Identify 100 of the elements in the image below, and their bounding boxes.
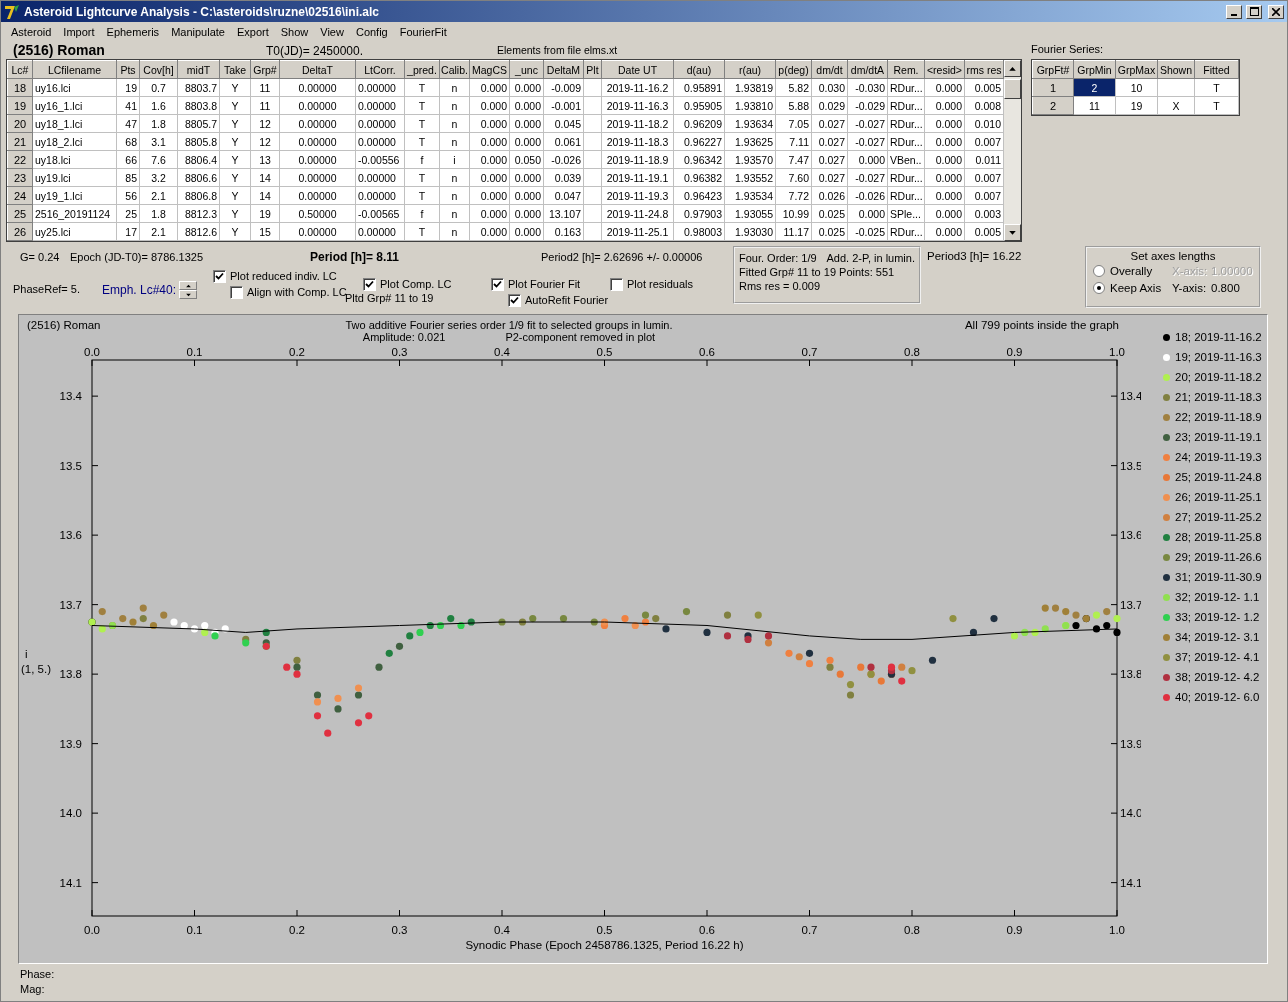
emph-label: Emph. Lc#40: <box>102 283 177 297</box>
menu-item[interactable]: FourierFit <box>393 25 453 38</box>
radio-button[interactable] <box>1093 281 1105 294</box>
column-header[interactable]: dm/dtA <box>847 60 888 79</box>
menu-item[interactable]: Ephemeris <box>100 25 166 38</box>
menu-item[interactable]: Export <box>230 25 275 38</box>
legend-label: 29; 2019-11-26.6 <box>1175 551 1262 563</box>
data-point <box>836 670 844 678</box>
column-header[interactable]: LCfilename <box>32 60 117 79</box>
column-header[interactable]: _pred. <box>404 60 440 79</box>
data-point <box>149 621 158 630</box>
data-point <box>1062 608 1070 616</box>
menu-item[interactable]: Manipulate <box>165 25 231 38</box>
data-point <box>652 614 660 623</box>
menu-item[interactable]: Show <box>274 25 315 38</box>
scrollbar[interactable] <box>1004 60 1021 241</box>
column-header[interactable]: Lc# <box>7 60 33 79</box>
checkbox[interactable] <box>230 285 243 299</box>
up-arrow-icon <box>185 283 191 288</box>
column-header[interactable]: DeltaM <box>543 60 584 79</box>
data-point <box>283 663 291 671</box>
column-header[interactable]: Fitted <box>1194 60 1239 79</box>
minimize-button[interactable] <box>1226 4 1242 19</box>
y-axis-label: i <box>25 648 28 660</box>
column-header[interactable]: Shown <box>1157 60 1195 79</box>
column-header[interactable]: LtCorr. <box>355 60 405 79</box>
data-point <box>139 614 147 623</box>
column-header[interactable]: r(au) <box>724 60 776 79</box>
legend-label: 32; 2019-12- 1.1 <box>1175 591 1260 603</box>
checkbox[interactable] <box>491 277 504 291</box>
column-header[interactable]: Cov[h] <box>139 60 178 79</box>
legend-label: 21; 2019-11-18.3 <box>1175 391 1262 403</box>
spin-button[interactable] <box>179 281 198 299</box>
column-header[interactable]: DeltaT <box>279 60 356 79</box>
column-header[interactable]: Grp# <box>250 60 280 79</box>
x-tick-label: 0.4 <box>494 346 510 358</box>
checkbox-label: AutoRefit Fourier <box>525 294 609 306</box>
x-tick-label: 0.3 <box>391 346 408 358</box>
scroll-thumb[interactable] <box>1004 79 1021 99</box>
column-header[interactable]: p(deg) <box>775 60 812 79</box>
close-icon <box>1272 7 1280 16</box>
checkbox[interactable] <box>508 293 521 307</box>
close-button[interactable] <box>1268 4 1284 19</box>
column-header[interactable]: dm/dt <box>811 60 848 79</box>
checkbox[interactable] <box>363 277 376 291</box>
data-point <box>436 621 445 630</box>
up-arrow-icon <box>1009 65 1016 72</box>
data-point <box>682 608 691 616</box>
x-tick-label: 0.2 <box>289 346 305 358</box>
maximize-button[interactable] <box>1246 4 1262 19</box>
data-point <box>949 614 957 623</box>
legend-label: 37; 2019-12- 4.1 <box>1175 651 1260 663</box>
column-header[interactable]: Calib. <box>439 60 470 79</box>
x-tick-label: 0.0 <box>84 924 100 936</box>
scroll-up-button[interactable] <box>1004 60 1021 77</box>
data-point <box>1021 628 1029 637</box>
legend-label: 20; 2019-11-18.2 <box>1175 371 1262 383</box>
menu-item[interactable]: View <box>314 25 350 38</box>
data-point <box>313 712 322 720</box>
data-point <box>1051 604 1060 612</box>
column-header[interactable]: Rem. <box>887 60 925 79</box>
menu-item[interactable]: Asteroid <box>5 25 58 38</box>
t0-label: T0(JD)= 2450000. <box>266 44 365 58</box>
x-tick-label: 0.1 <box>186 346 203 358</box>
column-header[interactable]: Date UT <box>601 60 674 79</box>
column-header[interactable]: Pts <box>116 60 140 79</box>
fourier-series-label: Fourier Series: <box>1031 43 1105 57</box>
data-point <box>898 677 906 685</box>
y-tick-label: 14.0 <box>59 807 82 820</box>
data-point <box>805 649 814 657</box>
legend-label: 28; 2019-11-25.8 <box>1175 531 1262 543</box>
column-header[interactable]: d(au) <box>673 60 725 79</box>
column-header[interactable]: GrpFt# <box>1032 60 1074 79</box>
scroll-down-button[interactable] <box>1004 224 1021 241</box>
y-tick-label: 13.7 <box>59 598 82 611</box>
column-header[interactable]: Take <box>219 60 251 79</box>
object-name: (2516) Roman <box>12 42 106 58</box>
menu-item[interactable]: Import <box>57 25 101 38</box>
column-header[interactable]: midT <box>177 60 220 79</box>
column-header[interactable]: GrpMin <box>1073 60 1116 79</box>
column-header[interactable]: GrpMax <box>1115 60 1158 79</box>
data-point <box>1072 611 1080 619</box>
data-point <box>662 625 670 633</box>
column-header[interactable]: rms res <box>964 60 1004 79</box>
data-point <box>334 694 342 703</box>
x-tick-label: 0.3 <box>391 924 408 936</box>
column-header[interactable]: MagCS <box>469 60 510 79</box>
y-tick-label: 14.0 <box>1120 807 1141 820</box>
x-tick-label: 0.9 <box>1006 346 1023 358</box>
plot-status: All 799 points inside the graph <box>964 319 1120 333</box>
plot-title: Two additive Fourier series order 1/9 fit to selected groups in lumin. <box>345 319 673 331</box>
axis-value: 0.800 <box>1211 281 1241 294</box>
checkbox[interactable] <box>213 269 226 283</box>
data-point <box>221 625 229 633</box>
checkbox[interactable] <box>610 277 623 291</box>
data-point <box>98 608 106 616</box>
menu-item[interactable]: Config <box>349 25 394 38</box>
column-header[interactable]: _unc <box>509 60 544 79</box>
fit-mode: Add. 2-P, in lumin. <box>826 252 915 264</box>
column-header[interactable]: <resid> <box>924 60 965 79</box>
